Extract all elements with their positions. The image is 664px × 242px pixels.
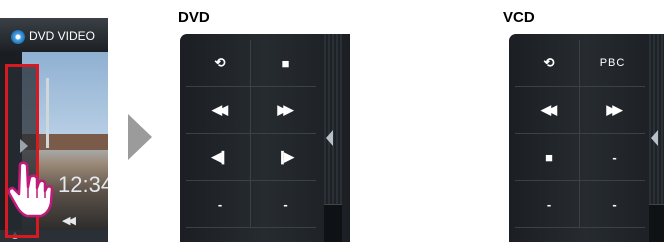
slow-forward-button-label: ❙▶ xyxy=(277,149,294,164)
repeat-button-label: ⟲ xyxy=(543,55,555,70)
repeat-button[interactable]: ⟲ xyxy=(186,40,251,87)
vcd-button-grid: ⟲ PBC ◀◀ ▶▶ ■ - - - xyxy=(515,40,645,228)
vcd-section-title: VCD xyxy=(503,9,535,26)
stop-button[interactable]: ■ xyxy=(251,40,316,87)
blank-button-1[interactable]: - xyxy=(580,134,645,181)
repeat-button-label: ⟲ xyxy=(214,55,226,70)
pbc-button-label: PBC xyxy=(599,57,626,69)
rewind-button[interactable]: ◀◀ xyxy=(186,87,251,134)
rewind-button-label: ◀◀ xyxy=(541,102,557,117)
scroll-foot xyxy=(649,204,664,242)
blank-button-2[interactable]: - xyxy=(515,181,580,228)
fast-forward-button-label: ▶▶ xyxy=(606,102,623,117)
collapse-arrow-icon xyxy=(326,130,333,146)
dvd-section-title: DVD xyxy=(178,9,210,26)
rewind-button[interactable]: ◀◀ xyxy=(515,87,580,134)
pbc-button[interactable]: PBC xyxy=(580,40,645,87)
transition-arrow xyxy=(128,114,152,160)
slow-reverse-button[interactable]: ◀❙ xyxy=(186,134,251,181)
fast-forward-button[interactable]: ▶▶ xyxy=(580,87,645,134)
fast-forward-button-label: ▶▶ xyxy=(277,102,294,117)
scroll-foot xyxy=(324,204,342,242)
dvd-button-grid: ⟲ ■ ◀◀ ▶▶ ◀❙ ❙▶ - - xyxy=(186,40,316,228)
source-label: DVD VIDEO xyxy=(29,29,96,43)
fast-forward-button[interactable]: ▶▶ xyxy=(251,87,316,134)
dvd-control-panel: ⟲ ■ ◀◀ ▶▶ ◀❙ ❙▶ - - xyxy=(180,34,350,242)
blank-button-1[interactable]: - xyxy=(186,181,251,228)
expand-arrow-icon xyxy=(20,139,28,153)
touch-hand-icon xyxy=(7,161,54,218)
playback-time: 12:34 xyxy=(58,172,108,197)
video-pole xyxy=(46,78,49,148)
collapse-arrow-icon xyxy=(651,130,658,146)
slow-reverse-button-label: ◀❙ xyxy=(211,149,229,164)
stop-button-label: ■ xyxy=(545,149,553,165)
blank-button-3[interactable]: - xyxy=(580,181,645,228)
vcd-control-panel: ⟲ PBC ◀◀ ▶▶ ■ - - - xyxy=(509,34,664,242)
dvd-panel-scroll-handle[interactable] xyxy=(324,34,342,242)
previous-track-icon[interactable]: ◀◀ xyxy=(62,214,76,227)
vcd-panel-scroll-handle[interactable] xyxy=(649,34,664,242)
repeat-button[interactable]: ⟲ xyxy=(515,40,580,87)
disc-icon xyxy=(11,30,25,44)
rewind-button-label: ◀◀ xyxy=(212,102,228,117)
blank-button-2[interactable]: - xyxy=(251,181,316,228)
stop-button[interactable]: ■ xyxy=(515,134,580,181)
stop-button-label: ■ xyxy=(281,55,290,71)
slow-forward-button[interactable]: ❙▶ xyxy=(251,134,316,181)
